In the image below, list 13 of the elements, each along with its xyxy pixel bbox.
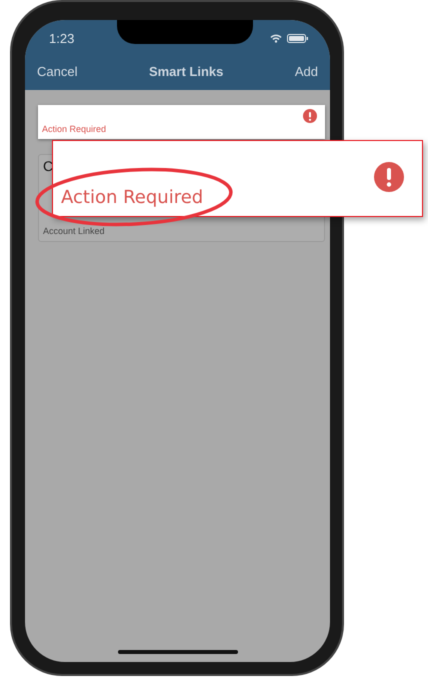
account-status: Action Required <box>42 123 106 135</box>
alert-icon <box>374 162 404 192</box>
callout-status: Action Required <box>61 187 204 208</box>
status-time: 1:23 <box>49 30 74 46</box>
screen-title: Smart Links <box>148 64 224 79</box>
wifi-icon <box>270 34 282 42</box>
account-status: Account Linked <box>43 225 105 237</box>
add-button[interactable]: Add <box>294 64 318 79</box>
account-name: C <box>43 158 54 175</box>
alert-icon <box>303 109 317 123</box>
account-card[interactable]: Action Required <box>38 105 325 139</box>
battery-icon <box>287 34 308 42</box>
cancel-button[interactable]: Cancel <box>37 64 78 79</box>
